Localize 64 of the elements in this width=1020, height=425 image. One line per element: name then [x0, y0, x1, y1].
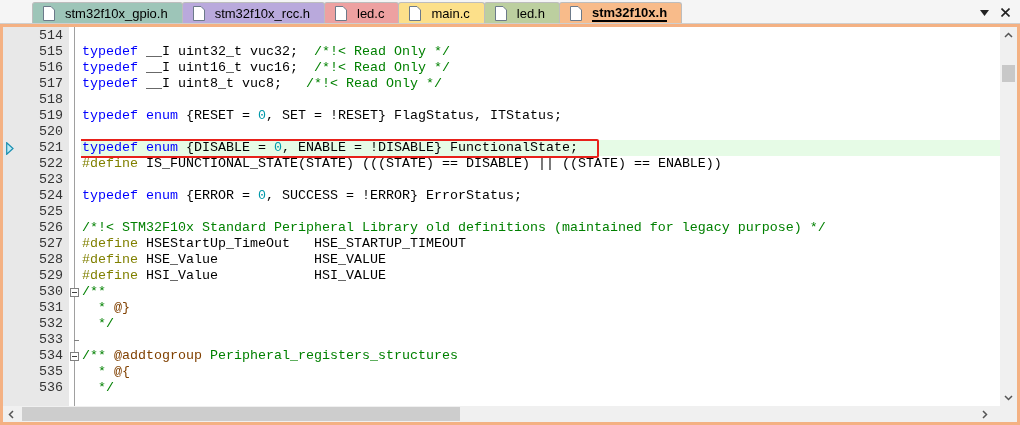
file-tab[interactable]: main.c — [398, 2, 485, 23]
line-number: 527 — [38, 236, 64, 252]
scrollbar-thumb[interactable] — [1002, 65, 1015, 82]
code-line: #define IS_FUNCTIONAL_STATE(STATE) (((STATE) == DISABLE) || ((STATE) == ENABLE)) — [82, 156, 722, 172]
code-line: /*!< STM32F10x Standard Peripheral Library old definitions (maintained for legacy purpose) */ — [82, 220, 826, 236]
file-icon — [43, 5, 55, 21]
file-tab[interactable]: stm32f10x.h — [558, 2, 683, 23]
dropdown-icon[interactable] — [980, 10, 989, 16]
code-line: /** @addtogroup Peripheral_registers_structures — [82, 348, 458, 364]
line-number: 535 — [38, 364, 64, 380]
code-line: */ — [97, 316, 114, 332]
code-line: typedef enum {RESET = 0, SET = !RESET} FlagStatus, ITStatus; — [82, 108, 562, 124]
line-number: 536 — [38, 380, 64, 396]
line-number: 522 — [38, 156, 64, 172]
line-number: 528 — [38, 252, 64, 268]
code-line: #define HSE_Value HSE_VALUE — [82, 252, 386, 268]
code-line: typedef __I uint16_t vuc16; /*!< Read Only */ — [82, 60, 450, 76]
scroll-right-icon[interactable] — [982, 409, 988, 419]
line-number: 525 — [38, 204, 64, 220]
code-line: typedef __I uint32_t vuc32; /*!< Read Only */ — [82, 44, 450, 60]
file-icon — [494, 5, 507, 21]
line-number: 521 — [38, 140, 64, 156]
file-icon — [569, 5, 582, 21]
code-line: typedef enum {ERROR = 0, SUCCESS = !ERROR} ErrorStatus; — [82, 188, 522, 204]
file-icon — [192, 5, 205, 21]
file-icon — [335, 5, 347, 21]
file-tab[interactable]: stm32f10x_rcc.h — [181, 2, 325, 23]
code-line: #define HSI_Value HSI_VALUE — [82, 268, 386, 284]
horizontal-scrollbar[interactable] — [3, 406, 1017, 422]
line-number: 516 — [38, 60, 64, 76]
fold-toggle-icon[interactable] — [70, 287, 79, 297]
scroll-down-icon[interactable] — [1004, 395, 1013, 401]
file-icon — [409, 5, 422, 21]
line-number: 519 — [38, 108, 64, 124]
line-number: 533 — [38, 332, 64, 348]
file-tab[interactable]: stm32f10x_gpio.h — [32, 2, 183, 23]
line-number: 530 — [38, 284, 64, 300]
scroll-left-icon[interactable] — [8, 409, 14, 419]
close-icon[interactable] — [1001, 8, 1010, 17]
scrollbar-thumb[interactable] — [22, 407, 460, 421]
code-line: /** — [82, 284, 106, 300]
line-number: 531 — [38, 300, 64, 316]
code-line: typedef enum {DISABLE = 0, ENABLE = !DISABLE} FunctionalState; — [82, 140, 578, 156]
fold-toggle-icon[interactable] — [70, 351, 79, 361]
code-line: typedef __I uint8_t vuc8; /*!< Read Only */ — [82, 76, 442, 92]
line-number: 514 — [38, 28, 64, 44]
line-number: 534 — [38, 348, 64, 364]
code-line: */ — [97, 380, 114, 396]
line-number: 524 — [38, 188, 64, 204]
file-tab[interactable]: led.h — [483, 2, 560, 23]
line-number: 518 — [38, 92, 64, 108]
line-number: 515 — [38, 44, 64, 60]
scroll-up-icon[interactable] — [1004, 32, 1013, 38]
line-number: 523 — [38, 172, 64, 188]
line-number: 517 — [38, 76, 64, 92]
line-number: 529 — [38, 268, 64, 284]
code-line: * @{ — [97, 364, 130, 380]
line-number: 526 — [38, 220, 64, 236]
line-number: 532 — [38, 316, 64, 332]
file-tab[interactable]: led.c — [324, 2, 400, 23]
code-line: #define HSEStartUp_TimeOut HSE_STARTUP_TIMEOUT — [82, 236, 466, 252]
line-number: 520 — [38, 124, 64, 140]
code-line: * @} — [97, 300, 130, 316]
vertical-scrollbar[interactable] — [1000, 27, 1017, 406]
